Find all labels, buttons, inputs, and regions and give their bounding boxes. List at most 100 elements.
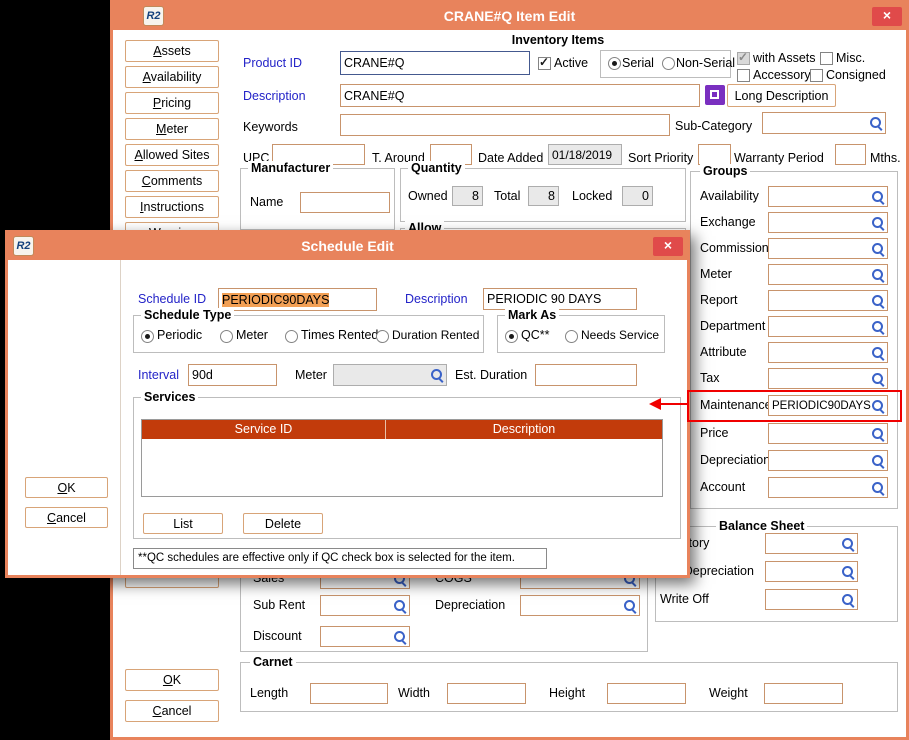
active-checkbox[interactable] — [538, 57, 551, 70]
date-added-input[interactable]: 01/18/2019 — [548, 144, 622, 165]
keywords-input[interactable] — [340, 114, 670, 136]
est-duration-input[interactable] — [535, 364, 637, 386]
group-account-input[interactable] — [768, 477, 888, 498]
group-tax-input[interactable] — [768, 368, 888, 389]
ok-button[interactable]: OK — [125, 669, 219, 691]
long-description-button[interactable]: Long Description — [727, 84, 836, 107]
group-exchange-input[interactable] — [768, 212, 888, 233]
search-icon[interactable] — [871, 427, 885, 441]
needs-service-radio[interactable] — [565, 330, 578, 343]
group-department-input[interactable] — [768, 316, 888, 337]
search-icon[interactable] — [871, 346, 885, 360]
group-exchange-label: Exchange — [700, 215, 756, 229]
sidebar-item-allowed-sites[interactable]: Allowed Sites — [125, 144, 219, 166]
services-table[interactable]: Service ID Description — [141, 419, 663, 497]
group-depreciation-label: Depreciation — [700, 453, 770, 467]
search-icon[interactable] — [871, 216, 885, 230]
manufacturer-name-input[interactable] — [300, 192, 390, 213]
dialog-ok-button[interactable]: OK — [25, 477, 108, 498]
group-price-input[interactable] — [768, 423, 888, 444]
active-label: Active — [554, 56, 588, 70]
mark-as-legend: Mark As — [505, 308, 559, 322]
height-input[interactable] — [607, 683, 686, 704]
group-report-input[interactable] — [768, 290, 888, 311]
group-tax-label: Tax — [700, 371, 719, 385]
width-input[interactable] — [447, 683, 526, 704]
search-icon[interactable] — [841, 565, 855, 579]
group-attribute-input[interactable] — [768, 342, 888, 363]
acc-depreciation-input[interactable] — [765, 561, 858, 582]
group-commission-label: Commission — [700, 241, 769, 255]
search-icon[interactable] — [871, 454, 885, 468]
search-icon[interactable] — [871, 268, 885, 282]
service-id-column-header[interactable]: Service ID — [142, 420, 386, 439]
schedule-description-input[interactable]: PERIODIC 90 DAYS — [483, 288, 637, 310]
times-rented-radio[interactable] — [285, 330, 298, 343]
sidebar-item-comments[interactable]: Comments — [125, 170, 219, 192]
schedule-id-input[interactable]: PERIODIC90DAYS — [218, 288, 377, 311]
cancel-button[interactable]: Cancel — [125, 700, 219, 722]
close-icon[interactable]: × — [653, 237, 683, 256]
schedule-edit-titlebar[interactable]: R2 Schedule Edit × — [8, 233, 687, 260]
description-input[interactable]: CRANE#Q — [340, 84, 700, 107]
item-edit-titlebar[interactable]: R2 CRANE#Q Item Edit × — [113, 3, 906, 30]
inventory-items-header: Inventory Items — [413, 33, 703, 47]
dialog-meter-input[interactable] — [333, 364, 447, 386]
sub-rent-input[interactable] — [320, 595, 410, 616]
with-assets-checkbox[interactable] — [737, 52, 750, 65]
dialog-cancel-button[interactable]: Cancel — [25, 507, 108, 528]
search-icon[interactable] — [393, 599, 407, 613]
serial-radio[interactable] — [608, 57, 621, 70]
misc-checkbox[interactable] — [820, 52, 833, 65]
periodic-label: Periodic — [157, 328, 202, 342]
group-availability-input[interactable] — [768, 186, 888, 207]
search-icon[interactable] — [869, 116, 883, 130]
search-icon[interactable] — [871, 294, 885, 308]
search-icon[interactable] — [841, 593, 855, 607]
sidebar-item-availability[interactable]: Availability — [125, 66, 219, 88]
discount-input[interactable] — [320, 626, 410, 647]
annotation-arrow-icon — [649, 398, 661, 410]
sort-priority-input[interactable] — [698, 144, 731, 165]
interval-label: Interval — [138, 368, 179, 382]
non-serial-radio[interactable] — [662, 57, 675, 70]
weight-input[interactable] — [764, 683, 843, 704]
description-column-header[interactable]: Description — [386, 420, 662, 439]
inventory-input[interactable] — [765, 533, 858, 554]
warranty-period-input[interactable] — [835, 144, 866, 165]
search-icon[interactable] — [841, 537, 855, 551]
manufacturer-legend: Manufacturer — [248, 161, 333, 175]
accessory-checkbox[interactable] — [737, 69, 750, 82]
qc-radio[interactable] — [505, 330, 518, 343]
sidebar-item-instructions[interactable]: Instructions — [125, 196, 219, 218]
sidebar-item-assets[interactable]: Assets — [125, 40, 219, 62]
description-tool-icon[interactable] — [705, 85, 725, 105]
meter-radio[interactable] — [220, 330, 233, 343]
duration-rented-radio[interactable] — [376, 330, 389, 343]
search-icon[interactable] — [871, 320, 885, 334]
search-icon[interactable] — [871, 190, 885, 204]
list-button[interactable]: List — [143, 513, 223, 534]
interval-input[interactable]: 90d — [188, 364, 277, 386]
search-icon[interactable] — [393, 630, 407, 644]
product-id-input[interactable]: CRANE#Q — [340, 51, 530, 75]
search-icon[interactable] — [871, 372, 885, 386]
depreciation-account-input[interactable] — [520, 595, 640, 616]
search-icon[interactable] — [623, 599, 637, 613]
sub-category-input[interactable] — [762, 112, 886, 134]
group-depreciation-input[interactable] — [768, 450, 888, 471]
sidebar-item-meter[interactable]: Meter — [125, 118, 219, 140]
sidebar-item-pricing[interactable]: Pricing — [125, 92, 219, 114]
close-icon[interactable]: × — [872, 7, 902, 26]
search-icon[interactable] — [871, 481, 885, 495]
search-icon[interactable] — [871, 242, 885, 256]
periodic-radio[interactable] — [141, 330, 154, 343]
group-commission-input[interactable] — [768, 238, 888, 259]
description-label: Description — [243, 89, 306, 103]
delete-button[interactable]: Delete — [243, 513, 323, 534]
search-icon[interactable] — [430, 368, 444, 382]
consigned-checkbox[interactable] — [810, 69, 823, 82]
group-meter-input[interactable] — [768, 264, 888, 285]
write-off-input[interactable] — [765, 589, 858, 610]
length-input[interactable] — [310, 683, 388, 704]
